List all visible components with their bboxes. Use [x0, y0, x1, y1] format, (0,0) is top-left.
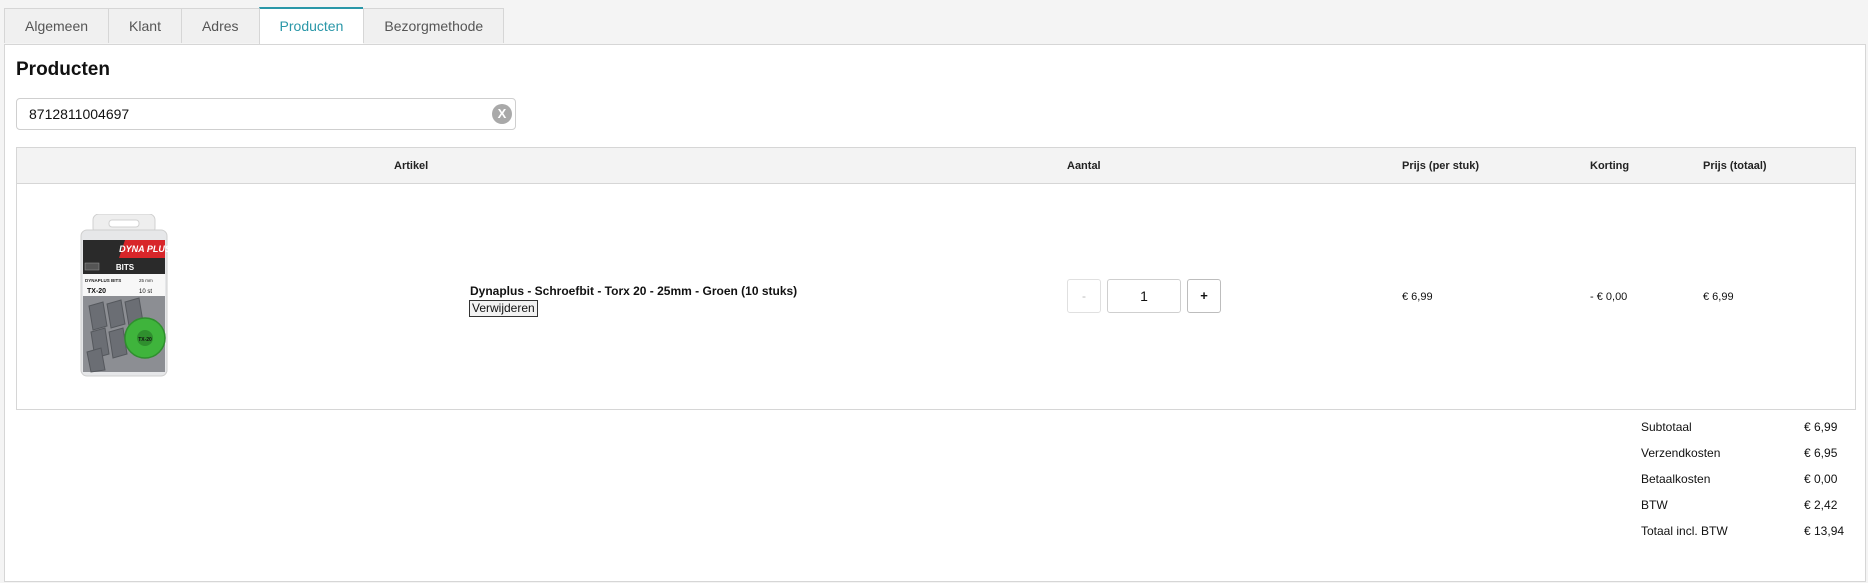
- remove-product-button[interactable]: Verwijderen: [469, 300, 538, 317]
- quantity-decrease-button[interactable]: -: [1067, 279, 1101, 313]
- totals-value: € 0,00: [1804, 472, 1838, 486]
- totals-value: € 2,42: [1804, 498, 1838, 512]
- header-artikel: Artikel: [394, 160, 429, 172]
- image-type: BITS: [116, 263, 135, 272]
- clear-search-button[interactable]: X: [492, 104, 512, 124]
- image-line: DYNAPLUS BITS: [85, 278, 121, 283]
- page-title: Producten: [16, 59, 110, 80]
- totals-row-subtotaal: Subtotaal € 6,99: [1641, 420, 1851, 446]
- tab-klant[interactable]: Klant: [108, 8, 181, 43]
- discount-value: - € 0,00: [1590, 291, 1628, 303]
- totals-row-btw: BTW € 2,42: [1641, 498, 1851, 524]
- image-code: TX-20: [87, 288, 106, 295]
- image-brand: DYNA PLUS: [119, 244, 169, 254]
- totals-label: Betaalkosten: [1641, 472, 1711, 486]
- totals-row-betaalkosten: Betaalkosten € 0,00: [1641, 472, 1851, 498]
- tab-producten[interactable]: Producten: [258, 7, 364, 44]
- quantity-input[interactable]: [1107, 279, 1181, 313]
- header-prijs-totaal: Prijs (totaal): [1703, 160, 1767, 172]
- totals-label: Verzendkosten: [1641, 446, 1721, 460]
- header-prijs-per-stuk: Prijs (per stuk): [1402, 160, 1480, 172]
- tab-bar: Algemeen Klant Adres Producten Bezorgmet…: [4, 7, 505, 44]
- order-totals: Subtotaal € 6,99 Verzendkosten € 6,95 Be…: [1641, 420, 1851, 550]
- search-input[interactable]: [17, 99, 501, 129]
- tab-algemeen[interactable]: Algemeen: [4, 8, 109, 43]
- products-panel: Producten X Artikel Aantal Prijs (per st…: [4, 44, 1866, 582]
- table-header: Artikel Aantal Prijs (per stuk) Korting …: [17, 148, 1855, 184]
- quantity-increase-button[interactable]: +: [1187, 279, 1221, 313]
- image-size: 25 mm: [139, 278, 153, 283]
- product-image: DYNA PLUS BITS DYNAPLUS BITS 25 mm TX-20…: [80, 214, 169, 377]
- products-table: Artikel Aantal Prijs (per stuk) Korting …: [16, 147, 1856, 410]
- totals-value: € 6,95: [1804, 446, 1838, 460]
- price-total: € 6,99: [1703, 291, 1734, 303]
- product-search: X: [16, 98, 516, 130]
- image-count: 10 st: [139, 289, 152, 295]
- totals-row-verzendkosten: Verzendkosten € 6,95: [1641, 446, 1851, 472]
- price-per-unit: € 6,99: [1402, 291, 1433, 303]
- totals-row-totaal: Totaal incl. BTW € 13,94: [1641, 524, 1851, 550]
- totals-label: Totaal incl. BTW: [1641, 524, 1728, 538]
- image-disc-label: TX-20: [138, 337, 152, 343]
- header-korting: Korting: [1590, 160, 1630, 172]
- product-name: Dynaplus - Schroefbit - Torx 20 - 25mm -…: [470, 284, 798, 298]
- header-aantal: Aantal: [1067, 160, 1101, 172]
- tab-adres[interactable]: Adres: [180, 8, 259, 43]
- totals-value: € 6,99: [1804, 420, 1838, 434]
- tab-bezorgmethode[interactable]: Bezorgmethode: [363, 8, 505, 43]
- totals-label: Subtotaal: [1641, 420, 1692, 434]
- totals-label: BTW: [1641, 498, 1668, 512]
- totals-value: € 13,94: [1804, 524, 1845, 538]
